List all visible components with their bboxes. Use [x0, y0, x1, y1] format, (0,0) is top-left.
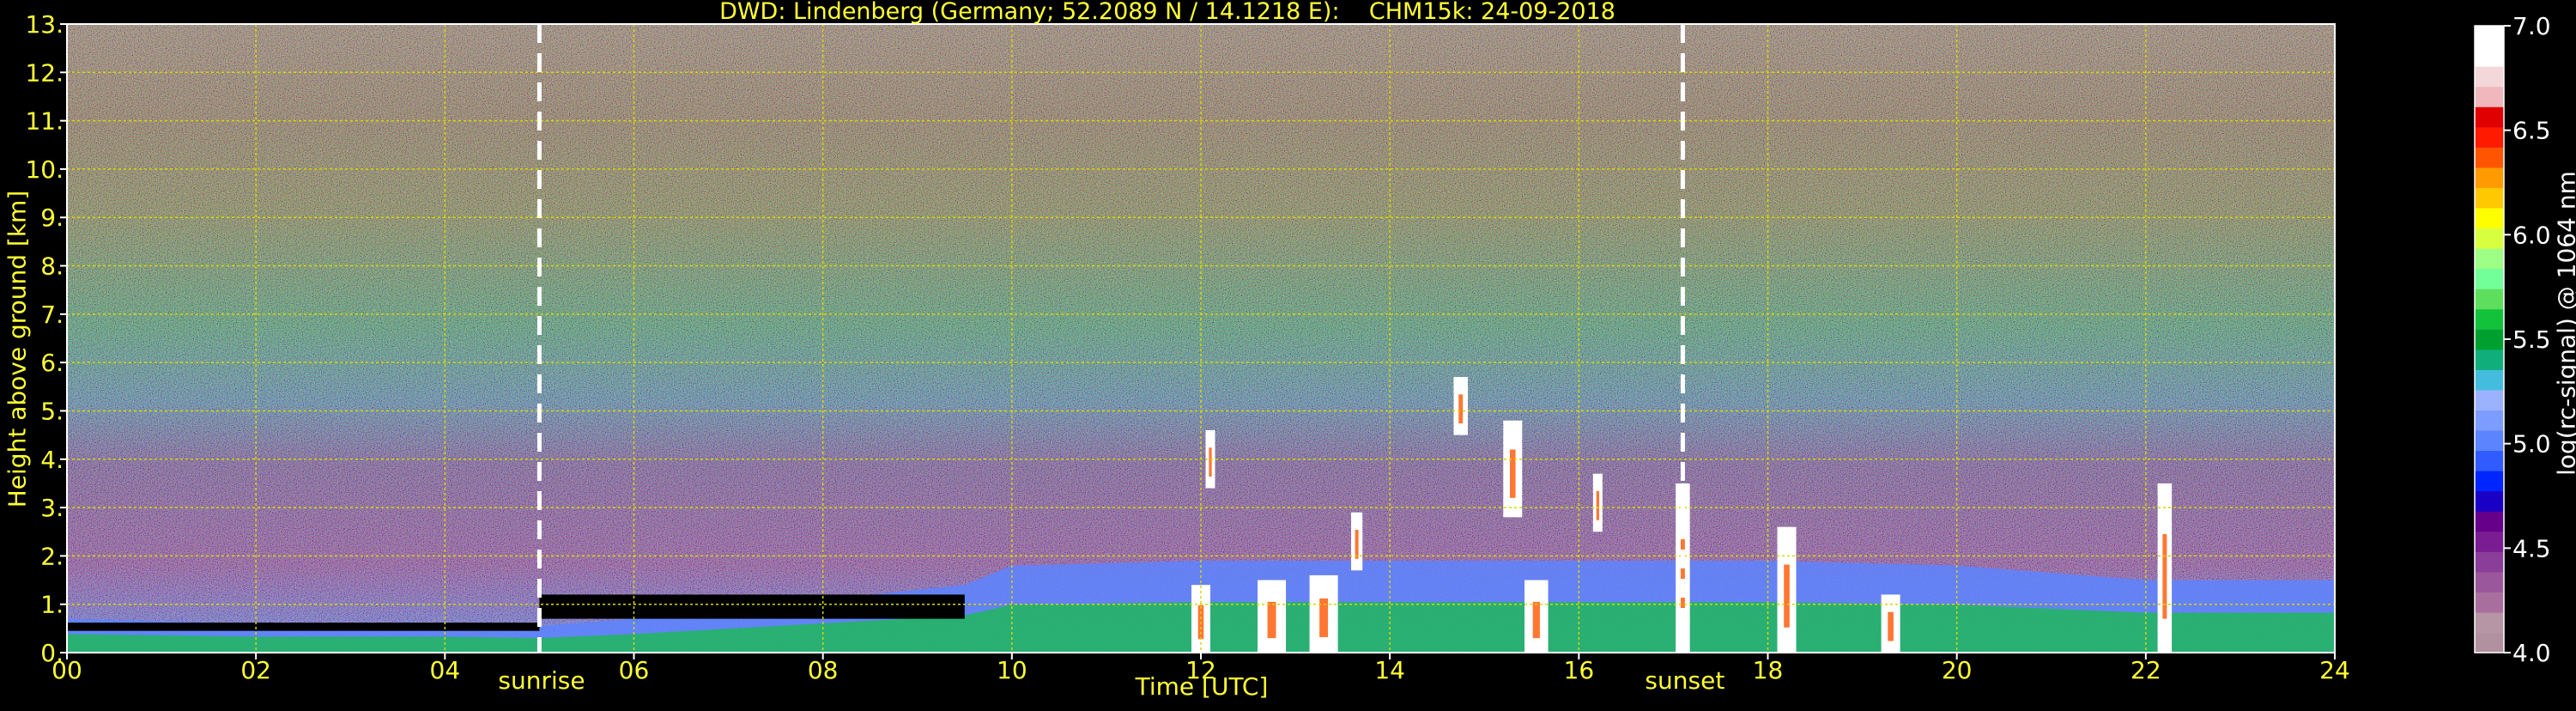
colorbar-tick-label: 7.0	[2512, 12, 2551, 40]
x-tick-label: 18	[1753, 656, 1784, 684]
colorbar-segment	[2475, 532, 2504, 552]
colorbar-segment	[2475, 410, 2504, 430]
colorbar-segment	[2475, 87, 2504, 107]
colorbar-tick-label: 6.0	[2512, 221, 2551, 249]
y-axis-label: Height above ground [km]	[3, 109, 32, 590]
colorbar-tick-label: 4.0	[2512, 639, 2551, 667]
colorbar-segment	[2475, 46, 2504, 67]
cloud-base-layer	[539, 594, 964, 618]
y-tick-label: 8.	[40, 252, 64, 281]
x-tick-label: 06	[619, 656, 650, 684]
cloud-core	[1784, 565, 1790, 628]
sunrise-label: sunrise	[498, 666, 585, 695]
x-tick-label: 04	[430, 656, 461, 684]
x-tick-label: 16	[1564, 656, 1595, 684]
colorbar-segment	[2475, 471, 2504, 491]
x-tick-label: 22	[2131, 656, 2161, 684]
colorbar-segment	[2475, 309, 2504, 330]
y-tick-label: 4.	[40, 446, 64, 474]
colorbar-segment	[2475, 167, 2504, 188]
lidar-figure: 00020406081012141618202224 0.1.2.3.4.5.6…	[0, 0, 2576, 708]
colorbar-segment	[2475, 26, 2504, 46]
colorbar-segment	[2475, 329, 2504, 349]
cloud-core	[1510, 450, 1516, 498]
y-tick-label: 7.	[40, 301, 64, 329]
x-axis-label: Time [UTC]	[1030, 672, 1373, 701]
colorbar-segment	[2475, 390, 2504, 410]
colorbar-segment	[2475, 612, 2504, 633]
cloud-core	[1209, 447, 1211, 477]
y-tick-label: 2.	[40, 542, 64, 570]
cloud-core	[1681, 534, 1685, 619]
x-tick-label: 24	[2319, 656, 2350, 684]
y-tick-label: 0.	[40, 639, 64, 667]
y-tick-label: 6.	[40, 349, 64, 377]
colorbar-segment	[2475, 369, 2504, 390]
y-tick-label: 1.	[40, 591, 64, 619]
cloud-core	[1533, 602, 1540, 638]
colorbar-segment	[2475, 187, 2504, 208]
colorbar-segment	[2475, 228, 2504, 248]
cloud-core	[1597, 491, 1599, 520]
colorbar-segment	[2475, 592, 2504, 612]
cloud-core	[2162, 534, 2167, 619]
colorbar-segment	[2475, 106, 2504, 127]
backscatter-chart: 00020406081012141618202224 0.1.2.3.4.5.6…	[0, 0, 2576, 708]
colorbar-segment	[2475, 632, 2504, 653]
x-tick-label: 02	[240, 656, 271, 684]
colorbar-tick-label: 4.5	[2512, 534, 2551, 562]
chart-title: DWD: Lindenberg (Germany; 52.2089 N / 14…	[0, 0, 2335, 25]
y-tick-label: 3.	[40, 494, 64, 522]
cloud-core	[1888, 612, 1894, 641]
colorbar-segment	[2475, 208, 2504, 228]
colorbar-segment	[2475, 66, 2504, 87]
colorbar-tick-label: 5.5	[2512, 325, 2551, 354]
colorbar-tick-label: 5.0	[2512, 430, 2551, 459]
x-tick-label: 08	[808, 656, 839, 684]
colorbar-segment	[2475, 269, 2504, 289]
colorbar-segment	[2475, 248, 2504, 269]
y-tick-label: 12.	[25, 58, 64, 87]
colorbar-segment	[2475, 451, 2504, 471]
colorbar-segment	[2475, 511, 2504, 532]
x-tick-label: 14	[1374, 656, 1405, 684]
colorbar-segment	[2475, 430, 2504, 451]
x-tick-label: 10	[997, 656, 1027, 684]
colorbar-label: log(rc-signal) @ 1064 nm	[2553, 152, 2576, 495]
colorbar-segment	[2475, 147, 2504, 167]
sunset-label: sunset	[1645, 666, 1724, 695]
x-tick-label: 20	[1942, 656, 1973, 684]
colorbar-segment	[2475, 572, 2504, 592]
colorbar-tick-label: 6.5	[2512, 117, 2551, 145]
cloud-core	[1355, 530, 1359, 559]
cloud-base-layer	[67, 623, 539, 631]
colorbar-segment	[2475, 551, 2504, 572]
cloud-core	[1268, 602, 1276, 638]
y-tick-label: 5.	[40, 397, 64, 425]
colorbar-segment	[2475, 349, 2504, 370]
colorbar-segment	[2475, 491, 2504, 512]
y-tick-label: 9.	[40, 204, 64, 232]
colorbar-segment	[2475, 127, 2504, 148]
colorbar-segment	[2475, 289, 2504, 309]
cloud-core	[1458, 394, 1463, 423]
